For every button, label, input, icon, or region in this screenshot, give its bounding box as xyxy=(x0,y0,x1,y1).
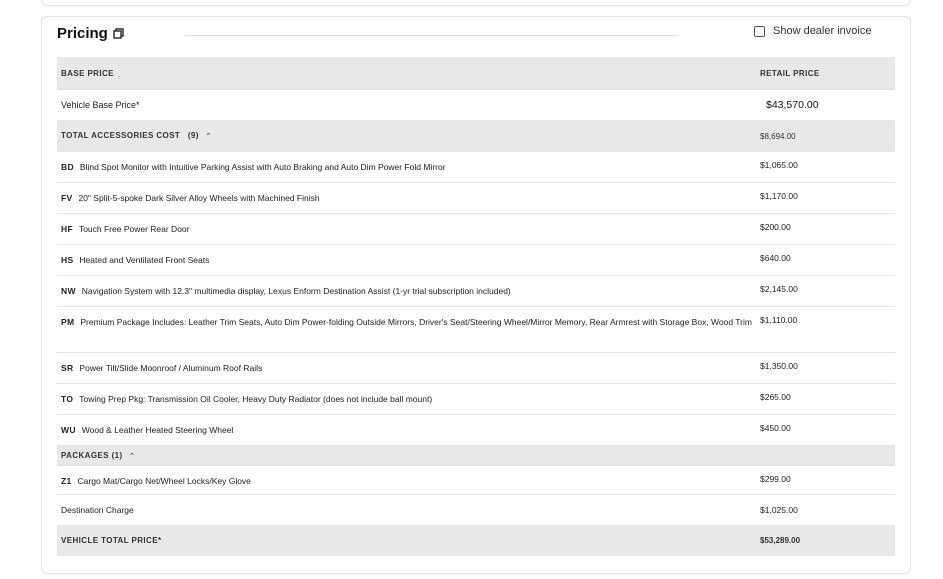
show-dealer-invoice-toggle[interactable]: Show dealer invoice xyxy=(754,25,876,37)
accessory-description: NW Navigation System with 12.3" multimedi… xyxy=(57,284,756,299)
accessory-description: BD Blind Spot Monitor with Intuitive Park… xyxy=(57,160,756,175)
packages-header[interactable]: PACKAGES (1) ⌃ xyxy=(57,448,756,464)
pricing-title: Pricing xyxy=(57,25,130,42)
package-price: $299.00 xyxy=(760,474,791,484)
accessory-code: PM xyxy=(61,317,75,327)
accessory-description: HF Touch Free Power Rear Door xyxy=(57,222,756,237)
package-description: Z1 Cargo Mat/Cargo Net/Wheel Locks/Key Gl… xyxy=(57,474,756,489)
base-price-header: BASE PRICE xyxy=(61,68,114,78)
accessory-code: HS xyxy=(61,255,74,265)
accessory-description: TO Towing Prep Pkg: Transmission Oil Cool… xyxy=(57,392,756,407)
accessories-header[interactable]: TOTAL ACCESSORIES COST (9) ⌃ xyxy=(57,128,756,144)
accessories-total-price: $8,694.00 xyxy=(760,131,796,141)
vehicle-base-price-value: $43,570.00 xyxy=(766,99,819,111)
accessory-text: Wood & Leather Heated Steering Wheel xyxy=(81,425,234,435)
pricing-title-text: Pricing xyxy=(57,25,108,42)
accessory-row: SR Power Tilt/Slide Moonroof / Aluminum R… xyxy=(57,353,895,384)
chevron-up-icon[interactable]: ⌃ xyxy=(129,449,135,464)
accessory-code: WU xyxy=(61,425,76,435)
destination-charge-row: Destination Charge $1,025.00 xyxy=(57,495,895,525)
accessory-row: PM Premium Package Includes: Leather Trim… xyxy=(57,307,895,353)
retail-price-header: RETAIL PRICE xyxy=(760,68,820,78)
vehicle-total-label: VEHICLE TOTAL PRICE* xyxy=(61,535,162,545)
accessory-list: BD Blind Spot Monitor with Intuitive Park… xyxy=(57,152,895,446)
vehicle-total-value: $53,289.00 xyxy=(760,535,801,545)
accessory-text: Towing Prep Pkg: Transmission Oil Cooler… xyxy=(79,394,433,404)
package-row: Z1 Cargo Mat/Cargo Net/Wheel Locks/Key Gl… xyxy=(57,466,895,495)
accessory-code: BD xyxy=(61,162,74,172)
packages-header-row[interactable]: PACKAGES (1) ⌃ xyxy=(57,446,895,466)
accessory-code: FV xyxy=(61,193,73,203)
accessories-count: (9) xyxy=(187,131,199,140)
accessory-row: HS Heated and Ventilated Front Seats $640.… xyxy=(57,245,895,276)
accessory-text: Touch Free Power Rear Door xyxy=(78,224,190,234)
accessory-price: $1,110.00 xyxy=(760,315,798,325)
vehicle-base-price-row: Vehicle Base Price* $43,570.00 xyxy=(57,90,895,121)
accessory-row: FV 20" Split-5-spoke Dark Silver Alloy Wh… xyxy=(57,183,895,214)
accessory-text: Navigation System with 12.3" multimedia … xyxy=(81,286,511,296)
show-dealer-invoice-label: Show dealer invoice xyxy=(773,25,872,37)
accessory-price: $2,145.00 xyxy=(760,284,798,294)
accessory-description: PM Premium Package Includes: Leather Trim… xyxy=(57,315,756,330)
accessory-code: NW xyxy=(61,286,76,296)
accessory-row: NW Navigation System with 12.3" multimedi… xyxy=(57,276,895,307)
package-list: Z1 Cargo Mat/Cargo Net/Wheel Locks/Key Gl… xyxy=(57,466,895,495)
accessory-price: $450.00 xyxy=(760,423,791,433)
accessory-text: Blind Spot Monitor with Intuitive Parkin… xyxy=(79,162,446,172)
pricing-table: BASE PRICE RETAIL PRICE Vehicle Base Pri… xyxy=(57,57,895,556)
accessory-text: Heated and Ventilated Front Seats xyxy=(79,255,210,265)
accessory-price: $640.00 xyxy=(760,253,791,263)
accessory-text: Premium Package Includes: Leather Trim S… xyxy=(80,317,752,327)
accessory-price: $1,170.00 xyxy=(760,191,798,201)
accessory-description: FV 20" Split-5-spoke Dark Silver Alloy Wh… xyxy=(57,191,756,206)
accessory-code: TO xyxy=(61,394,74,404)
packages-header-label: PACKAGES (1) xyxy=(61,450,123,460)
vehicle-base-price-label: Vehicle Base Price* xyxy=(61,99,140,110)
destination-charge-label: Destination Charge xyxy=(61,504,134,515)
accessory-text: Power Tilt/Slide Moonroof / Aluminum Roo… xyxy=(79,363,263,373)
accessory-row: HF Touch Free Power Rear Door $200.00 xyxy=(57,214,895,245)
package-code: Z1 xyxy=(61,476,72,486)
accessories-header-label: TOTAL ACCESSORIES COST xyxy=(61,131,181,140)
accessory-row: TO Towing Prep Pkg: Transmission Oil Cool… xyxy=(57,384,895,415)
accessory-price: $265.00 xyxy=(760,392,791,402)
show-dealer-invoice-checkbox[interactable] xyxy=(754,25,765,37)
vehicle-total-row: VEHICLE TOTAL PRICE* $53,289.00 xyxy=(57,525,895,556)
accessory-price: $200.00 xyxy=(760,222,791,232)
accessory-row: WU Wood & Leather Heated Steering Wheel $4… xyxy=(57,415,895,446)
chevron-up-icon[interactable]: ⌃ xyxy=(205,129,211,144)
previous-card xyxy=(41,0,911,6)
accessory-code: HF xyxy=(61,224,73,234)
accessory-price: $1,350.00 xyxy=(760,361,798,371)
accessory-description: SR Power Tilt/Slide Moonroof / Aluminum R… xyxy=(57,361,756,376)
accessory-price: $1,065.00 xyxy=(760,160,798,170)
accessory-description: WU Wood & Leather Heated Steering Wheel xyxy=(57,423,756,438)
destination-charge-value: $1,025.00 xyxy=(760,505,798,515)
accessory-row: BD Blind Spot Monitor with Intuitive Park… xyxy=(57,152,895,183)
base-price-header-row: BASE PRICE RETAIL PRICE xyxy=(57,57,895,90)
copy-icon[interactable] xyxy=(113,28,124,39)
package-text: Cargo Mat/Cargo Net/Wheel Locks/Key Glov… xyxy=(77,476,251,486)
accessory-text: 20" Split-5-spoke Dark Silver Alloy Whee… xyxy=(78,193,320,203)
accessory-code: SR xyxy=(61,363,74,373)
title-divider xyxy=(185,35,678,36)
accessory-description: HS Heated and Ventilated Front Seats xyxy=(57,253,756,268)
accessories-header-row[interactable]: TOTAL ACCESSORIES COST (9) ⌃ $8,694.00 xyxy=(57,121,895,152)
